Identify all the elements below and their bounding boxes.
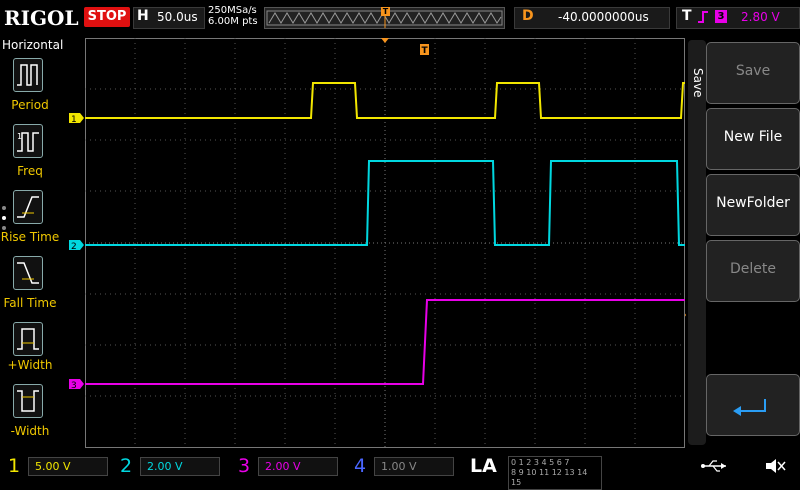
rise-time-button[interactable] <box>13 190 43 224</box>
positive-width-button[interactable] <box>13 322 43 356</box>
channel-3-scale[interactable]: 2.00 V <box>258 457 338 476</box>
save-menu: Save Save New File NewFolder Delete <box>686 36 800 450</box>
channel-status-bar: 1 5.00 V 2 2.00 V 3 2.00 V 4 1.00 V LA 0… <box>0 452 800 490</box>
menu-page-dot <box>2 226 6 230</box>
period-label: Period <box>11 98 49 112</box>
save-menu-tab[interactable]: Save <box>688 40 706 445</box>
menu-page-dot <box>2 216 6 220</box>
channel-3-marker-label: 3 <box>71 381 77 391</box>
sampling-info: 250MSa/s 6.00M pts <box>208 5 258 27</box>
freq-icon: 1 <box>17 132 39 152</box>
run-stop-indicator[interactable]: STOP <box>84 7 130 27</box>
new-file-button-label: New File <box>723 129 783 145</box>
usb-icon <box>701 460 726 472</box>
save-button-label: Save <box>735 63 771 79</box>
trigger-time-marker-label: T <box>422 46 429 56</box>
channel-2-marker-label: 2 <box>71 242 77 252</box>
freq-button[interactable]: 1 <box>13 124 43 158</box>
channel-1-scale[interactable]: 5.00 V <box>28 457 108 476</box>
freq-label: Freq <box>17 164 43 178</box>
channel-4-number[interactable]: 4 <box>354 455 366 477</box>
horizontal-measure-menu: Horizontal Period 1 Freq Rise Time Fall … <box>0 36 64 450</box>
save-button[interactable]: Save <box>706 42 800 104</box>
timebase-key: H <box>137 8 149 24</box>
channel-markers: 1 2 3 <box>69 113 84 391</box>
brand-logo: RIGOL <box>4 6 79 30</box>
delay-key: D <box>522 8 534 24</box>
trigger-level: 2.80 V <box>741 10 780 24</box>
top-status-bar: RIGOL STOP H 50.0us 250MSa/s 6.00M pts T… <box>0 0 800 36</box>
delay-value: -40.0000000us <box>558 10 649 24</box>
positive-width-icon <box>17 328 39 350</box>
menu-title: Horizontal <box>2 38 64 52</box>
logic-analyzer-label[interactable]: LA <box>470 455 497 477</box>
rise-time-label: Rise Time <box>0 230 60 244</box>
channel-3-number[interactable]: 3 <box>238 455 250 477</box>
negative-width-icon <box>17 390 39 412</box>
timebase-value: 50.0us <box>157 10 198 24</box>
delete-button-label: Delete <box>730 261 776 277</box>
memory-overview-bar[interactable]: T <box>264 7 505 29</box>
save-menu-tab-label: Save <box>691 68 705 98</box>
menu-page-dot <box>2 206 6 210</box>
negative-width-label: -Width <box>10 424 50 438</box>
rise-time-icon <box>17 196 39 218</box>
channel-2-scale[interactable]: 2.00 V <box>140 457 220 476</box>
trigger-source-badge: 3 <box>715 10 727 23</box>
positive-width-label: +Width <box>7 358 53 372</box>
la-bits-high: 8 9 10 11 12 13 14 15 <box>511 468 588 487</box>
channel-1-marker-label: 1 <box>71 115 77 125</box>
fall-time-button[interactable] <box>13 256 43 290</box>
new-folder-button-label: NewFolder <box>716 195 790 211</box>
la-bits-low: 0 1 2 3 4 5 6 7 <box>511 458 570 467</box>
delete-button[interactable]: Delete <box>706 240 800 302</box>
period-button[interactable] <box>13 58 43 92</box>
trigger-box[interactable] <box>676 7 800 29</box>
svg-text:1: 1 <box>17 132 22 141</box>
memory-trigger-marker: T <box>381 7 390 16</box>
channel-2-number[interactable]: 2 <box>120 455 132 477</box>
channel-1-number[interactable]: 1 <box>8 455 20 477</box>
negative-width-button[interactable] <box>13 384 43 418</box>
return-arrow-icon <box>733 399 766 416</box>
period-icon <box>17 64 38 86</box>
speaker-muted-icon[interactable] <box>764 457 786 475</box>
fall-time-label: Fall Time <box>3 296 57 310</box>
return-button[interactable] <box>706 374 800 436</box>
waveform-display[interactable]: T <box>85 38 685 448</box>
logic-analyzer-channels[interactable]: 0 1 2 3 4 5 6 7 8 9 10 11 12 13 14 15 <box>508 456 602 490</box>
trigger-key: T <box>682 8 692 24</box>
fall-time-icon <box>17 262 39 284</box>
channel-4-scale[interactable]: 1.00 V <box>374 457 454 476</box>
new-folder-button[interactable]: NewFolder <box>706 174 800 236</box>
sample-rate: 250MSa/s <box>208 5 257 16</box>
new-file-button[interactable]: New File <box>706 108 800 170</box>
memory-depth: 6.00M pts <box>208 16 258 27</box>
rising-edge-icon <box>698 11 708 23</box>
